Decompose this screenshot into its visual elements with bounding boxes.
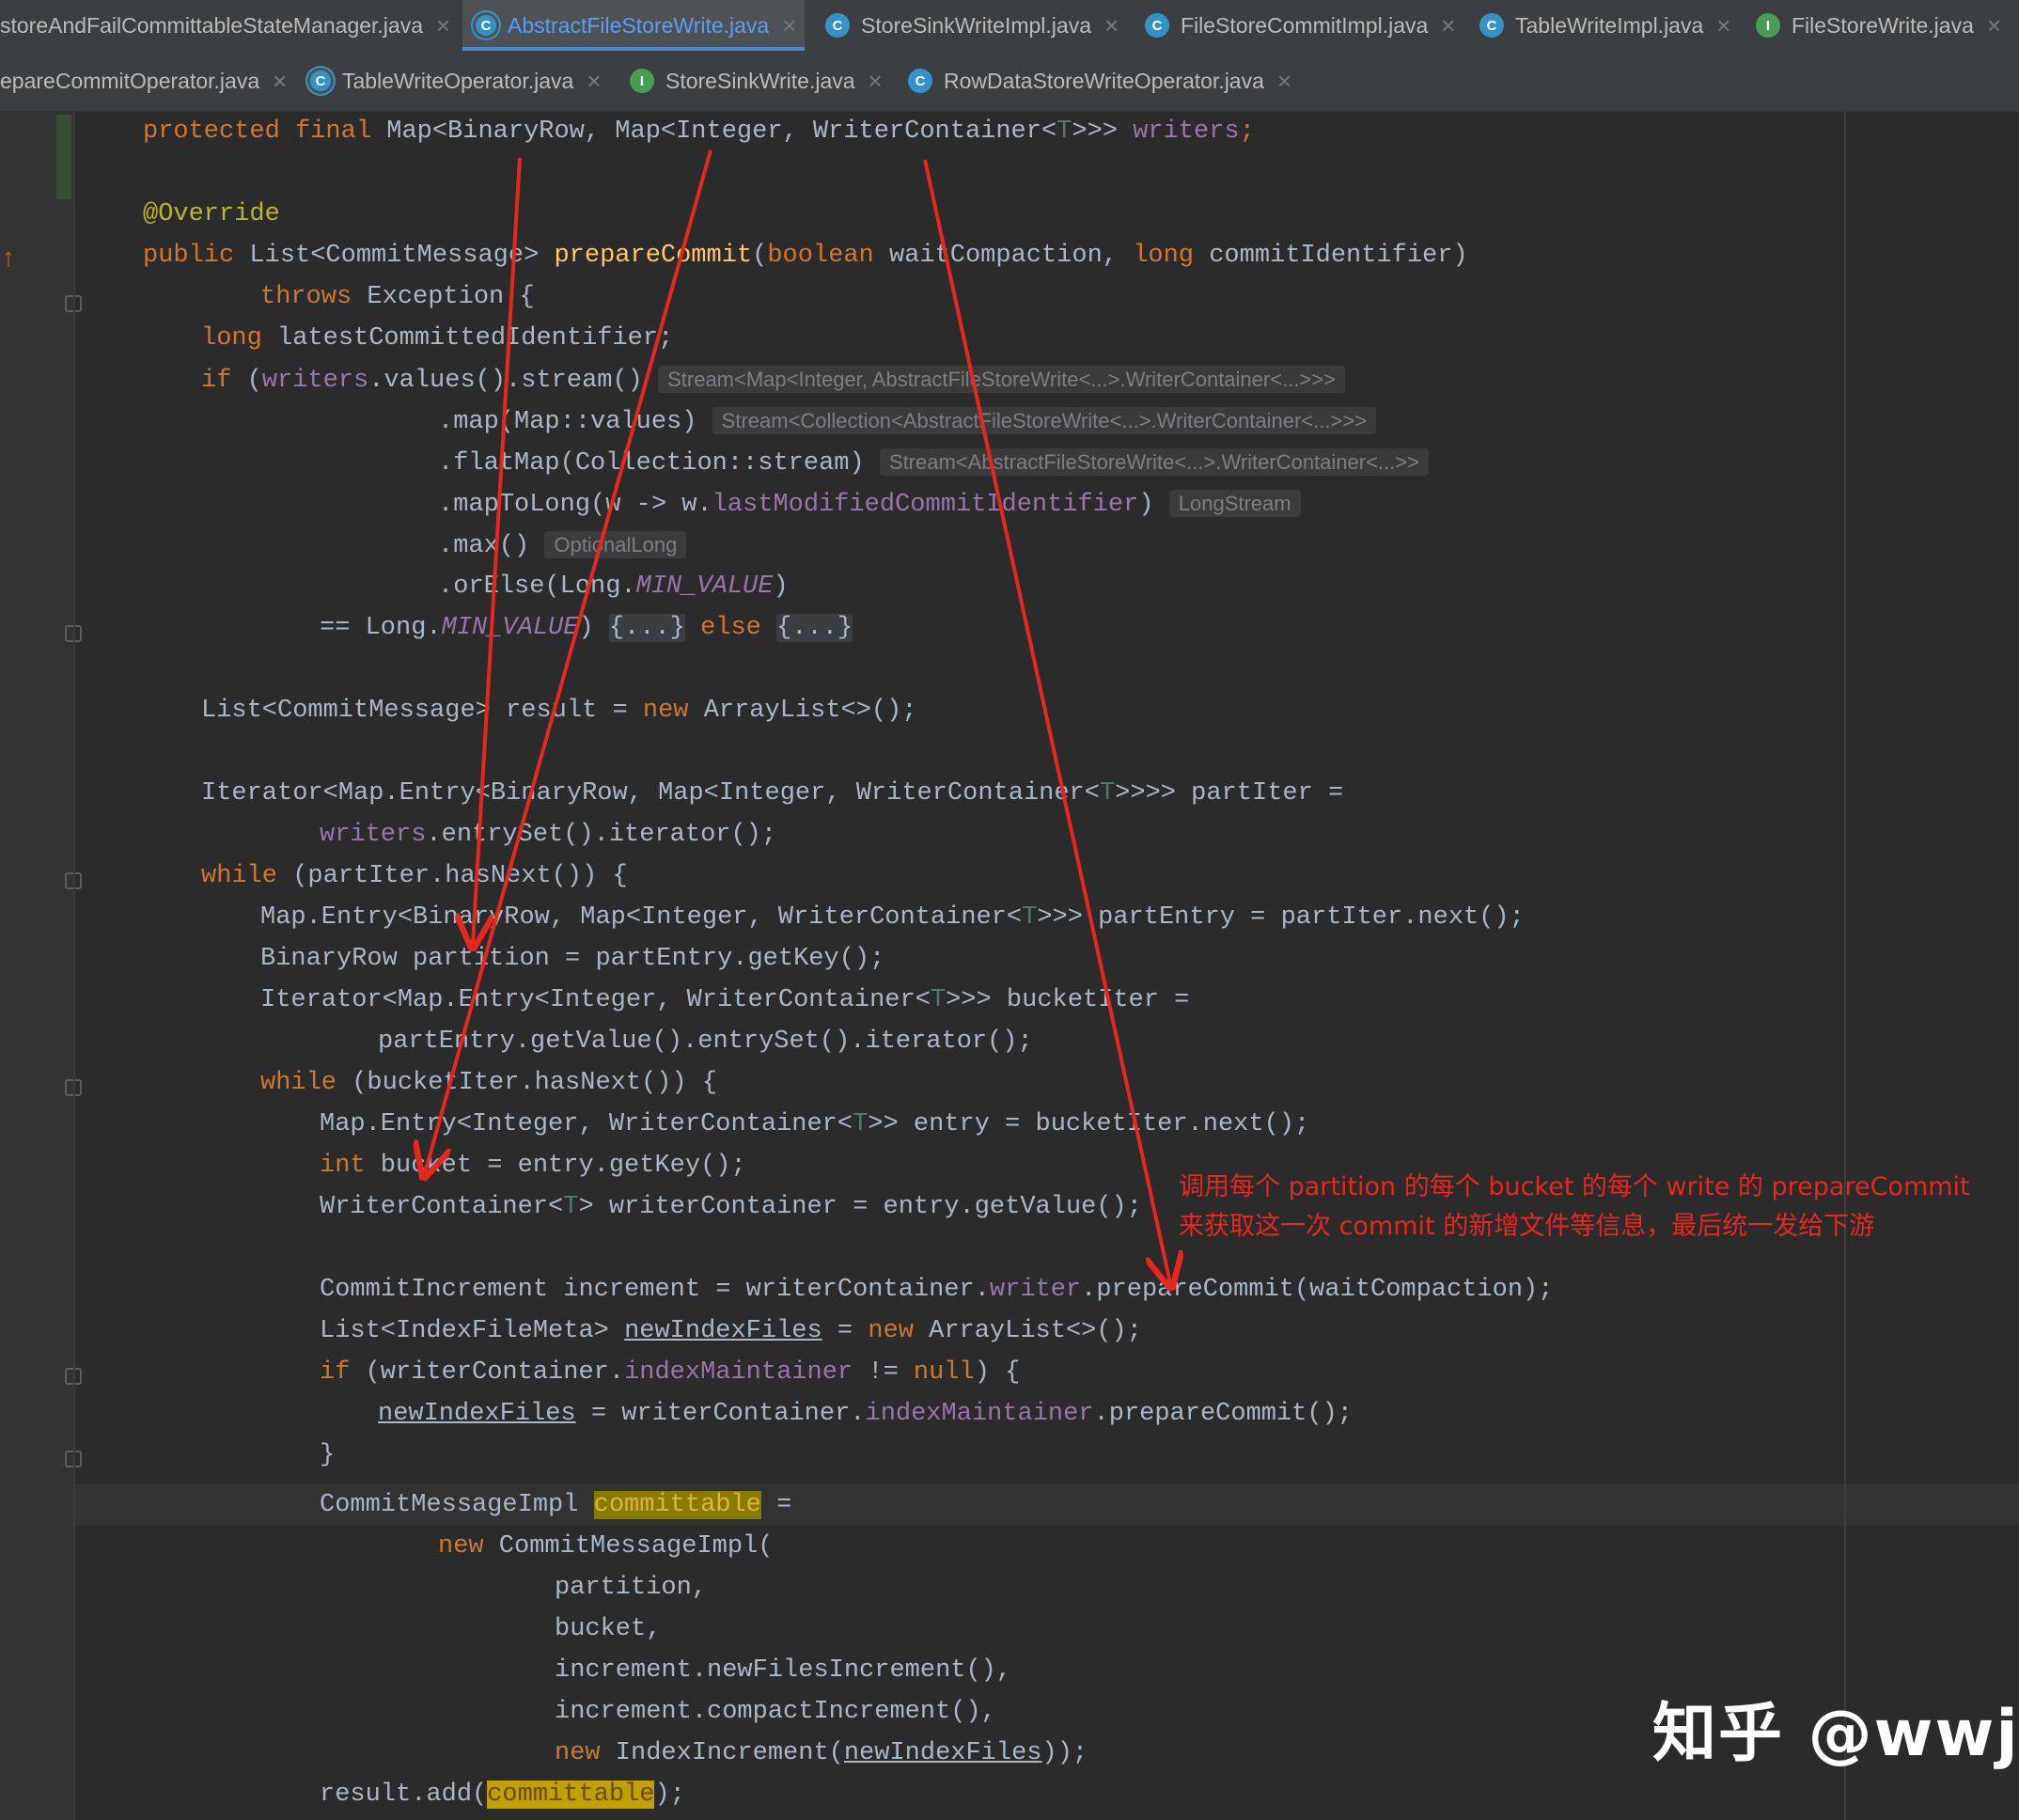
arrow-writers-to-partition (473, 157, 522, 944)
watermark: 知乎 @wwj (1652, 1697, 2019, 1771)
annotation-note-line-2: 来获取这一次 commit 的新增文件等信息，最后统一发给下游 (1179, 1212, 1875, 1241)
annotation-note: 调用每个 partition 的每个 bucket 的每个 write 的 pr… (1179, 1168, 1970, 1247)
annotation-note-line-1: 调用每个 partition 的每个 bucket 的每个 write 的 pr… (1179, 1172, 1970, 1201)
arrow-writercontainer-to-preparecommit (923, 159, 1170, 1283)
annotation-arrows (0, 149, 2019, 1820)
arrow-map-to-bucket (425, 149, 712, 1173)
